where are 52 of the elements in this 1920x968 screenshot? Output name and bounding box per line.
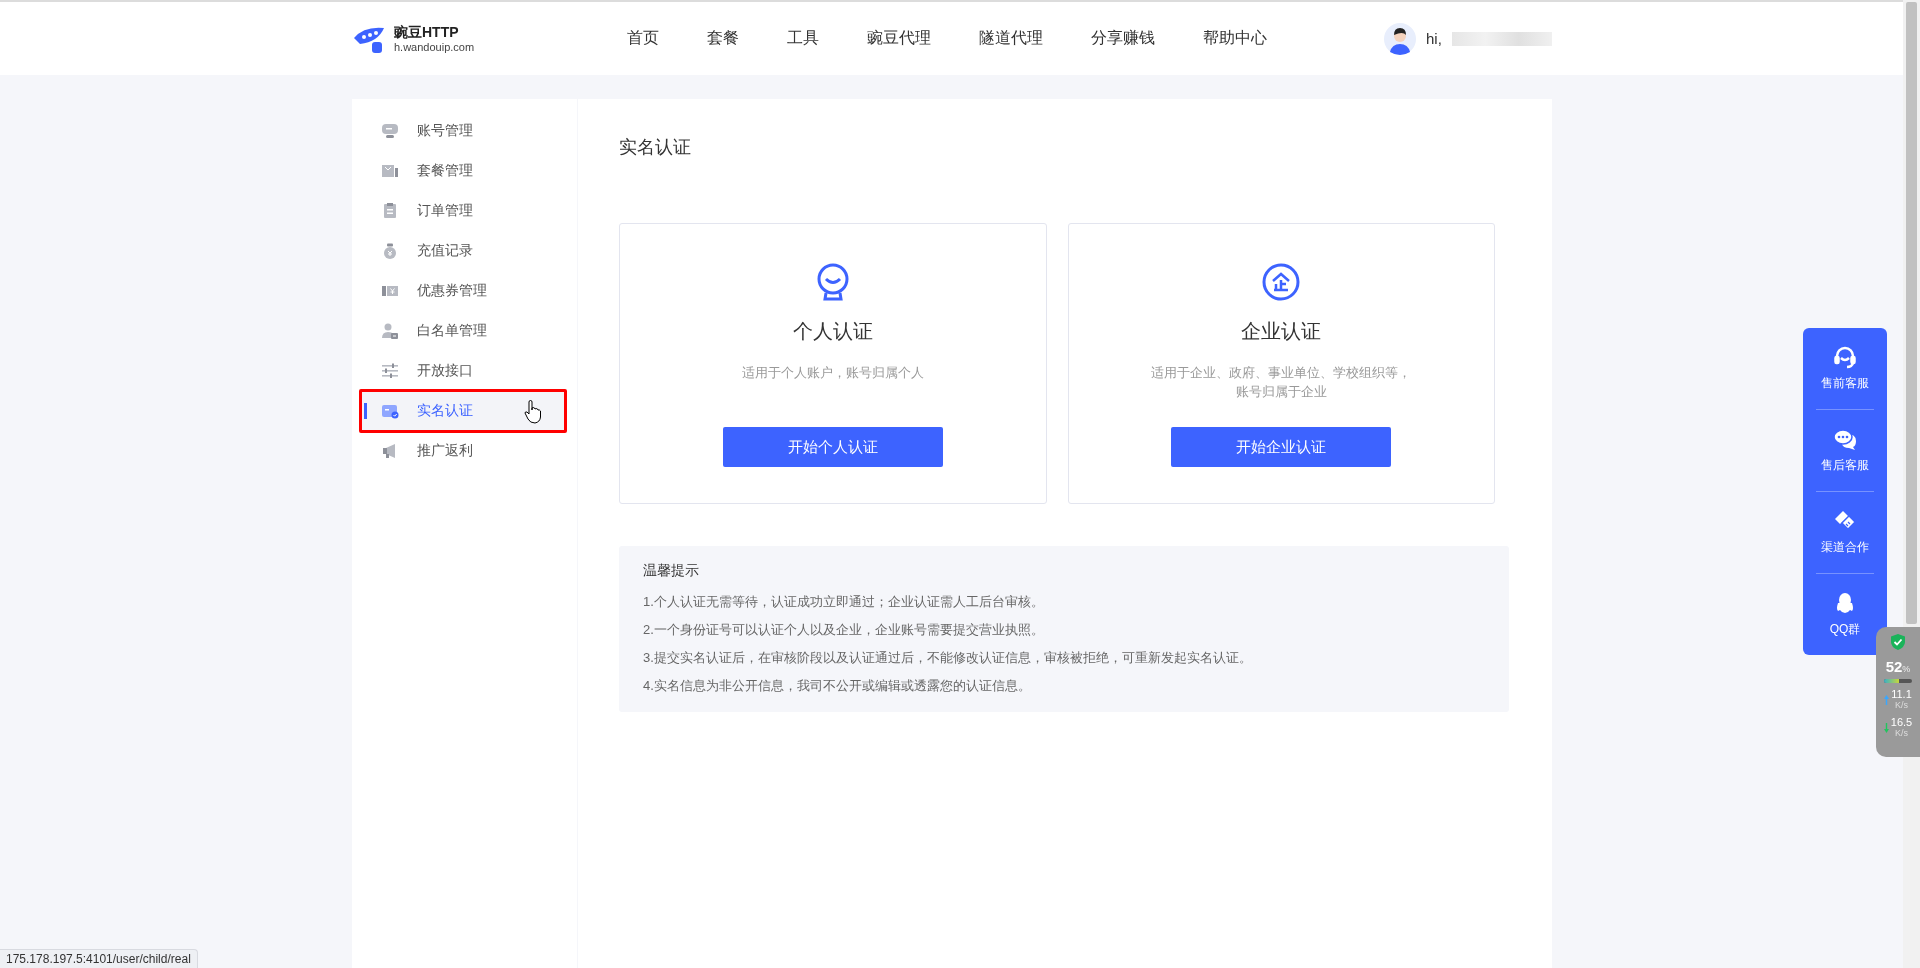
scrollbar-thumb[interactable] [1906, 2, 1917, 624]
building-badge-icon [1261, 262, 1302, 302]
service-button[interactable]: 售前客服 [1803, 328, 1887, 409]
sidebar-item[interactable]: 实名认证 [362, 391, 567, 431]
sidebar-item[interactable]: 白名单管理 [362, 311, 567, 351]
active-indicator [364, 403, 367, 419]
recharge-icon [381, 242, 399, 260]
nav-link[interactable]: 隧道代理 [979, 28, 1043, 49]
headset-icon [1833, 345, 1857, 369]
shield-check-icon [1890, 633, 1906, 651]
start-verification-button[interactable]: 开始企业认证 [1171, 427, 1392, 467]
upload-arrow-icon [1884, 695, 1890, 705]
card-title: 个人认证 [792, 319, 873, 344]
download-arrow-icon [1883, 723, 1889, 733]
sidebar-item[interactable]: 推广返利 [362, 431, 567, 471]
tips-title: 温馨提示 [643, 562, 700, 580]
nav-link[interactable]: 分享赚钱 [1091, 28, 1155, 49]
service-button[interactable]: 售后客服 [1803, 410, 1887, 491]
tip-text: 1.个人认证无需等待，认证成功立即通过；企业认证需人工后台审核。 [643, 593, 1045, 611]
sidebar-item[interactable]: 套餐管理 [362, 151, 567, 191]
tip-text: 2.一个身份证号可以认证个人以及企业，企业账号需要提交营业执照。 [643, 621, 1045, 639]
nav-link[interactable]: 帮助中心 [1203, 28, 1267, 49]
sidebar-item[interactable]: 账号管理 [362, 111, 567, 151]
download-speed: 16.5 K/s [1890, 717, 1913, 739]
tip-text: 3.提交实名认证后，在审核阶段以及认证通过后，不能修改认证信息，审核被拒绝，可重新发起实名认证。 [643, 649, 1253, 667]
start-verification-button[interactable]: 开始个人认证 [722, 427, 943, 467]
sidebar-item[interactable]: 优惠券管理 [362, 271, 567, 311]
order-icon [381, 202, 399, 220]
nav-link[interactable]: 工具 [787, 28, 819, 49]
nav-link[interactable]: 豌豆代理 [867, 28, 931, 49]
card-description: 适用于个人账户，账号归属个人 [741, 364, 924, 382]
nav-link[interactable]: 套餐 [707, 28, 739, 49]
sidebar-item[interactable]: 订单管理 [362, 191, 567, 231]
usage-percent: 52% [1885, 659, 1911, 677]
page-title: 实名认证 [619, 136, 692, 159]
logo-domain: h.wandouip.com [394, 39, 475, 54]
avatar-icon[interactable] [1384, 22, 1416, 55]
user-greeting[interactable]: hi, [1426, 30, 1442, 47]
sidebar-item[interactable]: 开放接口 [362, 351, 567, 391]
hand-pointer-icon [524, 400, 542, 424]
card-description: 适用于企业、政府、事业单位、学校组织等， 账号归属于企业 [1151, 364, 1412, 401]
logo-name[interactable]: 豌豆HTTP [394, 23, 475, 40]
usage-meter [1884, 679, 1912, 683]
card-title: 企业认证 [1241, 319, 1322, 344]
tip-text: 4.实名信息为非公开信息，我司不公开或编辑或透露您的认证信息。 [643, 677, 1032, 695]
upload-speed: 11.1 K/s [1891, 689, 1912, 711]
sidebar-item[interactable]: 充值记录 [362, 231, 567, 271]
service-button[interactable]: 渠道合作 [1803, 492, 1887, 573]
nav-link[interactable]: 首页 [627, 28, 659, 49]
chat-icon [1833, 427, 1857, 451]
link-status-url: 175.178.197.5:4101/user/child/real [0, 949, 198, 968]
account-icon [381, 122, 399, 140]
